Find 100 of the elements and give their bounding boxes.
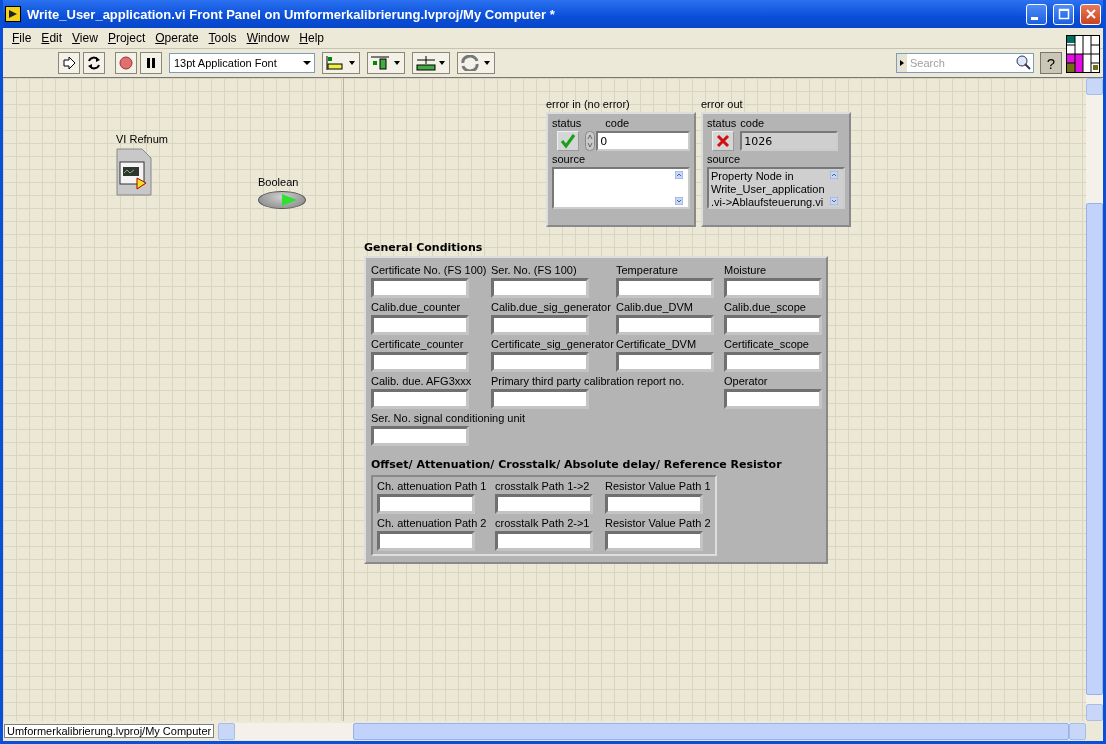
search-box[interactable]: Search xyxy=(896,53,1034,73)
text-field[interactable] xyxy=(377,494,475,514)
field-label: Operator xyxy=(724,375,769,387)
abort-icon[interactable] xyxy=(115,52,137,74)
text-field[interactable] xyxy=(371,315,469,335)
menu-item[interactable]: Operate xyxy=(150,31,204,45)
ok-status-indicator[interactable] xyxy=(557,131,579,151)
menu-item[interactable]: Help xyxy=(294,31,329,45)
window-title: Write_User_application.vi Front Panel on Umformerkalibrierung.lvproj/My Computer * xyxy=(27,6,556,22)
minimize-button[interactable] xyxy=(1026,3,1047,25)
maximize-icon xyxy=(1057,8,1070,20)
source-field[interactable] xyxy=(552,167,690,209)
field-label: Certificate_sig_generator xyxy=(491,338,615,350)
connector-pane-icon xyxy=(1066,35,1100,73)
field-label: Certificate_DVM xyxy=(616,338,698,350)
menu-item[interactable]: View xyxy=(67,31,103,45)
text-field[interactable] xyxy=(491,389,589,409)
text-field[interactable] xyxy=(371,389,469,409)
menu-item[interactable]: File xyxy=(7,31,37,45)
cluster-title: Offset/ Attenuation/ Crosstalk/ Absolute delay/ Reference Resistor xyxy=(371,458,783,471)
field-label: Ch. attenuation Path 1 xyxy=(377,480,488,492)
run-icon[interactable] xyxy=(58,52,80,74)
vi-refnum-icon[interactable] xyxy=(116,148,152,196)
status-label: status xyxy=(707,117,737,129)
app-icon xyxy=(5,6,21,22)
text-field[interactable] xyxy=(616,278,714,298)
field-label: crosstalk Path 2->1 xyxy=(495,517,591,529)
scroll-down-icon[interactable] xyxy=(830,197,838,205)
font-dropdown[interactable]: 13pt Application Font xyxy=(169,53,315,73)
close-button[interactable] xyxy=(1080,3,1101,25)
field-label: Calib.due_counter xyxy=(371,301,462,313)
text-field[interactable] xyxy=(724,315,822,335)
field-label: Certificate_counter xyxy=(371,338,465,350)
text-field[interactable] xyxy=(616,352,714,372)
reorder-icon[interactable] xyxy=(457,52,495,74)
search-icon[interactable] xyxy=(1015,55,1033,71)
text-field[interactable] xyxy=(371,278,469,298)
boolean-switch[interactable] xyxy=(258,191,306,209)
field-label: Resistor Value Path 2 xyxy=(605,517,711,529)
menu-item[interactable]: Project xyxy=(102,31,151,45)
cluster-label: error in (no error) xyxy=(546,98,631,110)
scroll-thumb[interactable] xyxy=(1086,203,1103,695)
context-label: Umformerkalibrierung.lvproj/My Computer xyxy=(4,724,215,738)
text-field[interactable] xyxy=(371,352,469,372)
maximize-button[interactable] xyxy=(1053,3,1074,25)
text-field[interactable] xyxy=(495,531,593,551)
pause-icon[interactable] xyxy=(140,52,162,74)
field-label: crosstalk Path 1->2 xyxy=(495,480,591,492)
field-label: Resistor Value Path 1 xyxy=(605,480,711,492)
text-field[interactable] xyxy=(491,278,589,298)
align-objects-icon[interactable] xyxy=(322,52,360,74)
text-field[interactable] xyxy=(605,531,703,551)
text-field[interactable] xyxy=(605,494,703,514)
field-label: Ser. No. (FS 100) xyxy=(491,264,578,276)
text-field[interactable] xyxy=(616,315,714,335)
scroll-up-icon[interactable] xyxy=(830,171,838,179)
field-label: Primary third party calibration report no. xyxy=(491,375,686,387)
cluster-label: error out xyxy=(701,98,744,110)
control-label: Boolean xyxy=(258,176,300,188)
scroll-thumb[interactable] xyxy=(353,722,1069,740)
text-field[interactable] xyxy=(371,426,469,446)
field-label: Certificate_scope xyxy=(724,338,810,350)
code-label: code xyxy=(740,117,766,129)
scroll-up-icon[interactable] xyxy=(675,171,683,179)
code-field[interactable]: 0 xyxy=(596,131,691,151)
led-triangle-icon xyxy=(279,193,299,207)
control-label: VI Refnum xyxy=(116,133,168,145)
help-button[interactable]: ? xyxy=(1040,52,1062,74)
field-label: Calib.due_scope xyxy=(724,301,807,313)
menu-item[interactable]: Window xyxy=(241,31,295,45)
field-label: Moisture xyxy=(724,264,768,276)
distribute-objects-icon[interactable] xyxy=(367,52,405,74)
text-field[interactable] xyxy=(495,494,593,514)
code-field: 1026 xyxy=(740,131,839,151)
source-field: Property Node in Write_User_application.vi->Ablaufsteuerung.vi xyxy=(707,167,845,209)
menu-item[interactable]: Tools xyxy=(203,31,242,45)
run-continuously-icon[interactable] xyxy=(83,52,105,74)
status-label: status xyxy=(552,117,582,129)
vertical-scrollbar[interactable] xyxy=(1086,77,1103,721)
field-label: Calib.due_DVM xyxy=(616,301,695,313)
text-field[interactable] xyxy=(491,315,589,335)
field-label: Calib.due_sig_generator xyxy=(491,301,612,313)
menu-item[interactable]: Edit xyxy=(36,31,68,45)
text-field[interactable] xyxy=(377,531,475,551)
horizontal-scrollbar[interactable] xyxy=(218,722,1086,740)
field-label: Calib. due. AFG3xxx xyxy=(371,375,473,387)
text-field[interactable] xyxy=(724,389,822,409)
text-field[interactable] xyxy=(491,352,589,372)
cluster-title: General Conditions xyxy=(364,241,484,254)
text-field[interactable] xyxy=(724,278,822,298)
code-label: code xyxy=(605,117,631,129)
field-label: Temperature xyxy=(616,264,679,276)
scroll-down-icon[interactable] xyxy=(675,197,683,205)
search-options-icon[interactable] xyxy=(897,54,907,72)
field-label: Certificate No. (FS 100) xyxy=(371,264,488,276)
field-label: Ch. attenuation Path 2 xyxy=(377,517,488,529)
source-label: source xyxy=(707,153,742,165)
text-field[interactable] xyxy=(724,352,822,372)
resize-objects-icon[interactable] xyxy=(412,52,450,74)
source-label: source xyxy=(552,153,587,165)
